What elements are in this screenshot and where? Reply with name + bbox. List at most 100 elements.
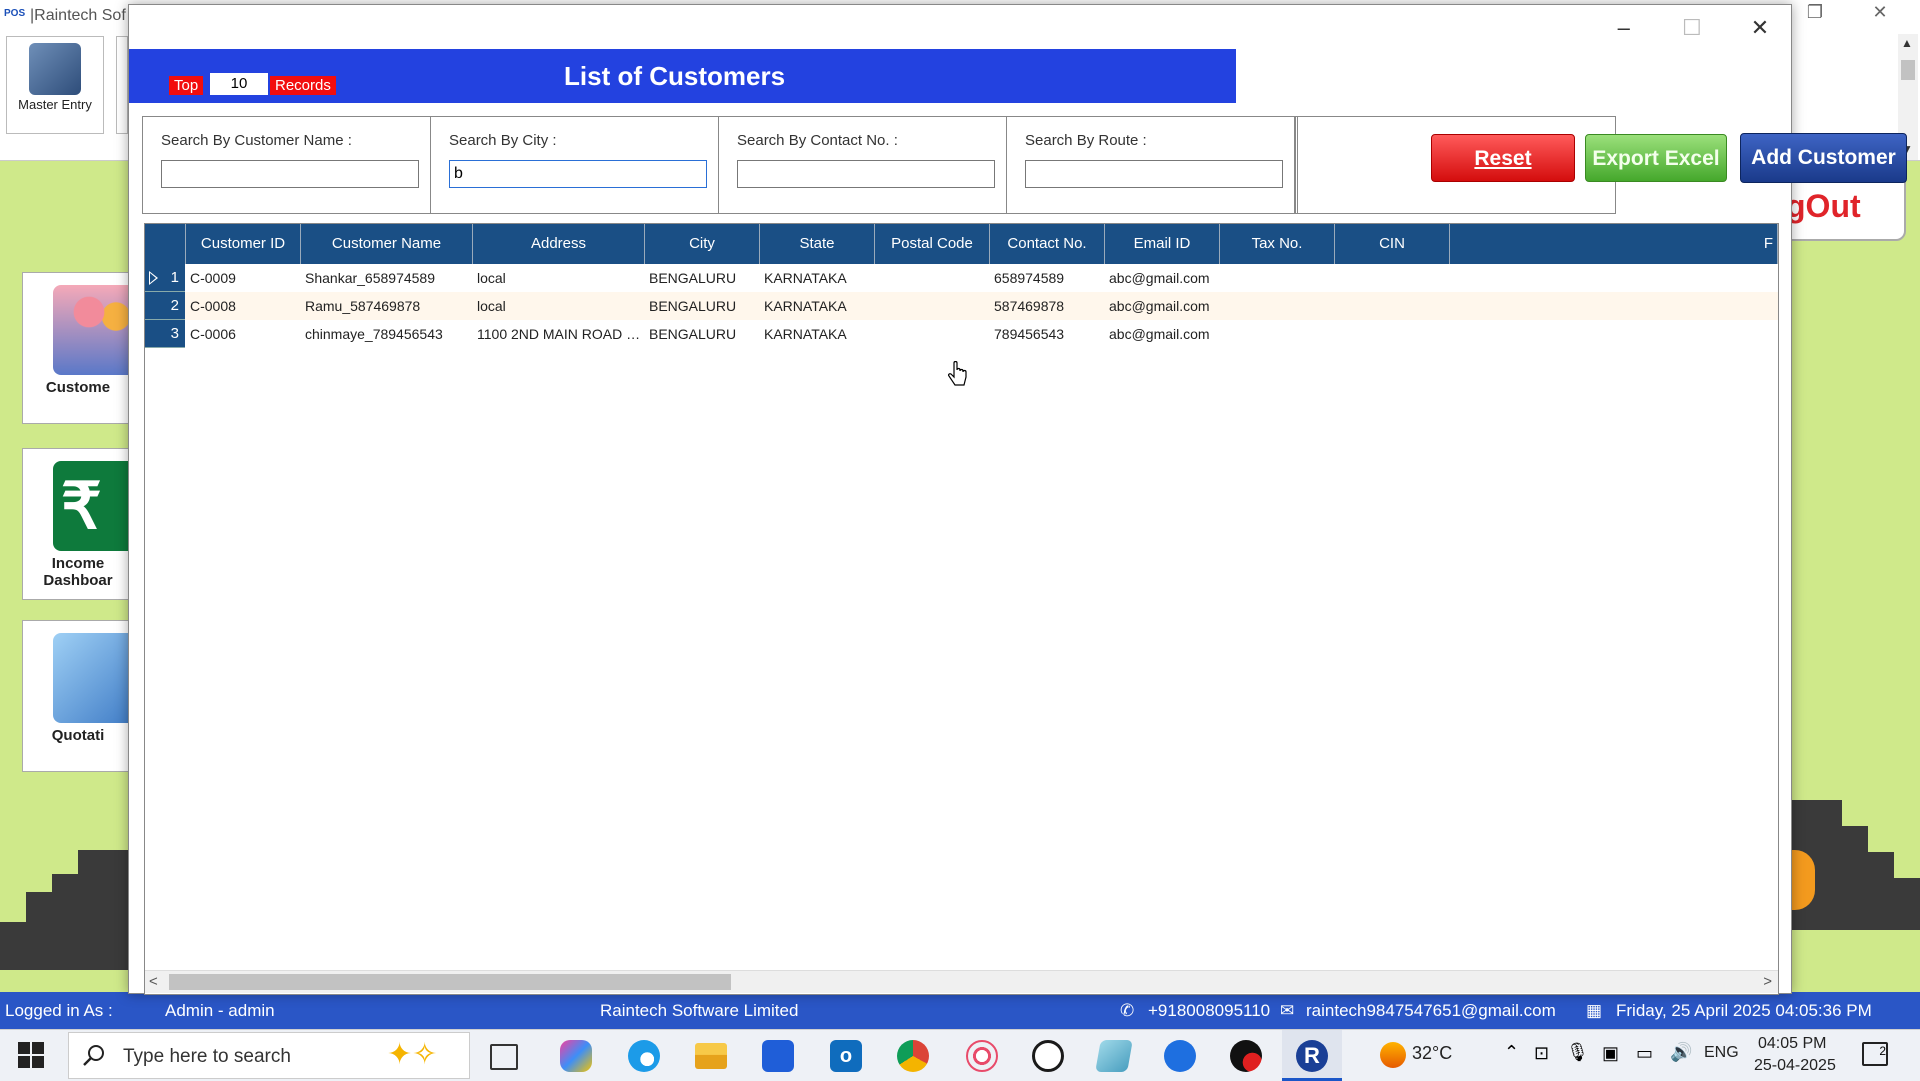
search-contact-input[interactable] <box>737 160 995 188</box>
cell-cin[interactable] <box>1335 292 1450 320</box>
cell-postal-code[interactable] <box>875 264 990 292</box>
cell-email[interactable]: abc@gmail.com <box>1105 264 1220 292</box>
header-city[interactable]: City <box>645 224 760 264</box>
raintech-icon[interactable]: R <box>1296 1040 1328 1072</box>
whatsapp-icon[interactable] <box>1032 1040 1064 1072</box>
maximize-icon[interactable]: ☐ <box>1661 5 1723 51</box>
header-tax-no[interactable]: Tax No. <box>1220 224 1335 264</box>
cell-contact-no[interactable]: 789456543 <box>990 320 1105 348</box>
cell-address[interactable]: local <box>473 292 645 320</box>
logged-in-user: Admin - admin <box>165 1001 275 1020</box>
header-cin[interactable]: CIN <box>1335 224 1450 264</box>
cell-customer-name[interactable]: chinmaye_789456543 <box>301 320 473 348</box>
add-customer-button[interactable]: Add Customer <box>1740 133 1907 183</box>
row-number[interactable]: 2 <box>145 292 185 320</box>
cell-customer-id[interactable]: C-0008 <box>186 292 301 320</box>
store-icon[interactable] <box>762 1040 794 1072</box>
clock-time[interactable]: 04:05 PM <box>1758 1035 1826 1053</box>
search-city-input[interactable] <box>449 160 707 188</box>
chevron-up-icon[interactable]: ⌃ <box>1504 1042 1519 1063</box>
cell-email[interactable]: abc@gmail.com <box>1105 320 1220 348</box>
header-state[interactable]: State <box>760 224 875 264</box>
cell-address[interactable]: local <box>473 264 645 292</box>
cell-state[interactable]: KARNATAKA <box>760 292 875 320</box>
row-number[interactable]: 3 <box>145 320 185 348</box>
snipping-tool-icon[interactable] <box>966 1040 998 1072</box>
row-number[interactable]: 1 <box>145 264 185 292</box>
cell-city[interactable]: BENGALURU <box>645 292 760 320</box>
close-icon[interactable]: ✕ <box>1850 2 1910 23</box>
cell-postal-code[interactable] <box>875 320 990 348</box>
cell-city[interactable]: BENGALURU <box>645 320 760 348</box>
header-address[interactable]: Address <box>473 224 645 264</box>
cell-email[interactable]: abc@gmail.com <box>1105 292 1220 320</box>
customer-grid[interactable]: Customer ID Customer Name Address City S… <box>144 223 1779 995</box>
language-indicator[interactable]: ENG <box>1704 1044 1739 1062</box>
restore-icon[interactable]: ❐ <box>1785 2 1845 23</box>
weather-icon[interactable] <box>1380 1042 1406 1068</box>
header-partial[interactable]: F <box>1450 224 1778 264</box>
taskbar-search[interactable]: Type here to search ✦✧ <box>68 1032 470 1079</box>
clock-date[interactable]: 25-04-2025 <box>1754 1057 1836 1075</box>
cell-tax-no[interactable] <box>1220 320 1335 348</box>
reset-button[interactable]: Reset <box>1431 134 1575 182</box>
display-icon[interactable]: ▣ <box>1602 1043 1619 1064</box>
cell-customer-name[interactable]: Shankar_658974589 <box>301 264 473 292</box>
copilot-icon[interactable] <box>560 1040 592 1072</box>
microphone-icon[interactable]: 🎙 <box>1566 1042 1589 1063</box>
app-icon-2[interactable] <box>1164 1040 1196 1072</box>
file-explorer-icon[interactable] <box>695 1043 727 1069</box>
minimize-icon[interactable]: – <box>1593 5 1655 51</box>
table-row[interactable]: 1 C-0009 Shankar_658974589 local BENGALU… <box>145 264 1778 292</box>
customer-tile[interactable]: Custome <box>22 272 134 424</box>
scroll-right-icon[interactable]: > <box>1763 971 1772 993</box>
scroll-left-icon[interactable]: < <box>149 971 158 993</box>
scroll-up-icon[interactable]: ▲ <box>1901 36 1913 50</box>
header-postal-code[interactable]: Postal Code <box>875 224 990 264</box>
horizontal-scrollbar[interactable]: < > <box>145 970 1778 993</box>
cell-cin[interactable] <box>1335 264 1450 292</box>
cell-postal-code[interactable] <box>875 292 990 320</box>
search-route-input[interactable] <box>1025 160 1283 188</box>
cell-contact-no[interactable]: 658974589 <box>990 264 1105 292</box>
cell-tax-no[interactable] <box>1220 292 1335 320</box>
export-excel-button[interactable]: Export Excel <box>1585 134 1727 182</box>
cell-address[interactable]: 1100 2ND MAIN ROAD 6H ... <box>473 320 645 348</box>
header-customer-name[interactable]: Customer Name <box>301 224 473 264</box>
cell-customer-id[interactable]: C-0006 <box>186 320 301 348</box>
network-icon[interactable]: ⊡ <box>1534 1043 1549 1064</box>
cell-state[interactable]: KARNATAKA <box>760 264 875 292</box>
cell-city[interactable]: BENGALURU <box>645 264 760 292</box>
top-count-input[interactable]: 10 <box>210 73 268 95</box>
notification-icon[interactable]: 2 <box>1862 1042 1888 1066</box>
master-entry-button[interactable]: Master Entry <box>6 36 104 134</box>
windows-start-icon[interactable] <box>18 1042 46 1070</box>
chrome-icon[interactable] <box>897 1040 929 1072</box>
header-contact-no[interactable]: Contact No. <box>990 224 1105 264</box>
scroll-thumb[interactable] <box>1901 60 1915 80</box>
toolbar-tile-partial[interactable] <box>116 36 128 134</box>
volume-icon[interactable]: 🔊 <box>1670 1042 1692 1063</box>
cell-cin[interactable] <box>1335 320 1450 348</box>
income-dashboard-tile[interactable]: ₹ Income Dashboar <box>22 448 134 600</box>
task-view-icon[interactable] <box>490 1044 518 1070</box>
scroll-thumb[interactable] <box>169 974 731 990</box>
cell-customer-name[interactable]: Ramu_587469878 <box>301 292 473 320</box>
table-row[interactable]: 3 C-0006 chinmaye_789456543 1100 2ND MAI… <box>145 320 1778 348</box>
cell-customer-id[interactable]: C-0009 <box>186 264 301 292</box>
outlook-icon[interactable]: o <box>830 1040 862 1072</box>
close-icon[interactable]: ✕ <box>1729 5 1791 51</box>
cell-contact-no[interactable]: 587469878 <box>990 292 1105 320</box>
weather-temperature[interactable]: 32°C <box>1412 1043 1452 1064</box>
edge-icon[interactable] <box>628 1040 660 1072</box>
cell-state[interactable]: KARNATAKA <box>760 320 875 348</box>
battery-icon[interactable]: ▭ <box>1636 1043 1653 1064</box>
header-customer-id[interactable]: Customer ID <box>186 224 301 264</box>
quotation-tile[interactable]: Quotati <box>22 620 134 772</box>
cell-tax-no[interactable] <box>1220 264 1335 292</box>
table-row[interactable]: 2 C-0008 Ramu_587469878 local BENGALURU … <box>145 292 1778 320</box>
app-icon[interactable] <box>1095 1040 1133 1072</box>
header-email-id[interactable]: Email ID <box>1105 224 1220 264</box>
search-customer-name-input[interactable] <box>161 160 419 188</box>
app-icon-3[interactable] <box>1230 1040 1262 1072</box>
